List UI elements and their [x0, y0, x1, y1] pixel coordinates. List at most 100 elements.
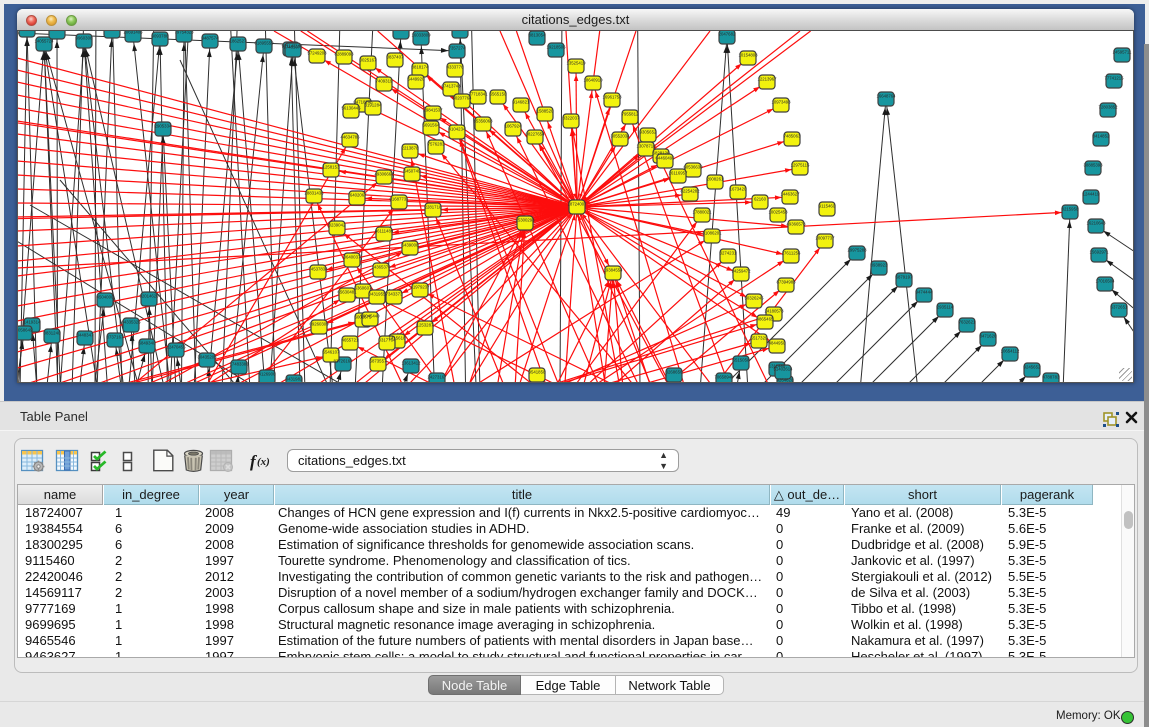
svg-text:0837407: 0837407 — [387, 55, 404, 60]
svg-text:18724007: 18724007 — [567, 202, 587, 207]
svg-text:8215958: 8215958 — [1062, 207, 1079, 212]
svg-text:0431955: 0431955 — [369, 292, 386, 297]
svg-text:25300293: 25300293 — [515, 218, 535, 223]
svg-text:4865465: 4865465 — [757, 317, 774, 322]
svg-text:8322037: 8322037 — [563, 116, 580, 121]
svg-text:19218506: 19218506 — [546, 45, 566, 50]
svg-text:10654112: 10654112 — [1001, 349, 1020, 354]
svg-text:2213878: 2213878 — [402, 146, 419, 151]
svg-text:6372651: 6372651 — [1111, 305, 1128, 310]
svg-text:7576283: 7576283 — [428, 142, 445, 147]
svg-text:15692971: 15692971 — [1089, 250, 1109, 255]
svg-text:18640910: 18640910 — [583, 78, 603, 83]
svg-text:6849340: 6849340 — [139, 341, 156, 346]
svg-text:13613412: 13613412 — [401, 361, 421, 366]
svg-text:12213967: 12213967 — [757, 77, 777, 82]
svg-text:9960308: 9960308 — [76, 36, 93, 41]
svg-text:9541858: 9541858 — [529, 370, 546, 375]
svg-text:20097737: 20097737 — [815, 236, 835, 241]
svg-text:17880021: 17880021 — [692, 210, 712, 215]
svg-text:07413748: 07413748 — [441, 84, 461, 89]
svg-text:4655721: 4655721 — [342, 338, 359, 343]
svg-text:7343373: 7343373 — [386, 292, 403, 297]
svg-text:7632621: 7632621 — [959, 320, 976, 325]
svg-text:01895559: 01895559 — [254, 41, 274, 46]
svg-text:6360607: 6360607 — [355, 286, 372, 291]
svg-text:6879197: 6879197 — [896, 275, 913, 280]
svg-text:16648764: 16648764 — [876, 94, 896, 99]
svg-text:1258153: 1258153 — [323, 165, 340, 170]
svg-text:8818174: 8818174 — [412, 65, 429, 70]
svg-text:9474444: 9474444 — [916, 290, 933, 295]
svg-text:6450749: 6450749 — [404, 169, 421, 174]
svg-text:2905334: 2905334 — [155, 124, 172, 129]
svg-text:64460495: 64460495 — [655, 156, 675, 161]
svg-text:83726167: 83726167 — [333, 359, 353, 364]
svg-text:1673420: 1673420 — [730, 187, 747, 192]
svg-text:7058649: 7058649 — [17, 328, 33, 333]
svg-text:44634786: 44634786 — [340, 135, 360, 140]
svg-text:60536630: 60536630 — [683, 165, 703, 170]
svg-text:16033809: 16033809 — [411, 33, 431, 38]
svg-text:4333776: 4333776 — [447, 65, 464, 70]
svg-text:16961758: 16961758 — [602, 95, 622, 100]
svg-text:62160: 62160 — [754, 197, 767, 202]
svg-text:9487574: 9487574 — [202, 36, 219, 41]
svg-text:49306668: 49306668 — [374, 172, 394, 177]
svg-text:20691406: 20691406 — [123, 31, 143, 35]
svg-text:26116957: 26116957 — [669, 171, 688, 176]
svg-text:3191284: 3191284 — [365, 103, 382, 108]
svg-text:14365370: 14365370 — [371, 265, 391, 270]
svg-text:82889093: 82889093 — [334, 52, 354, 57]
svg-text:14055724: 14055724 — [34, 39, 54, 44]
svg-text:9115460: 9115460 — [819, 204, 836, 209]
svg-text:13078716: 13078716 — [636, 144, 656, 149]
svg-text:10973493: 10973493 — [771, 100, 791, 105]
svg-text:7409319: 7409319 — [376, 79, 393, 84]
svg-text:50326245: 50326245 — [744, 296, 764, 301]
svg-text:8813054: 8813054 — [529, 33, 546, 38]
svg-text:10025458: 10025458 — [768, 210, 788, 215]
svg-text:1253287: 1253287 — [417, 323, 434, 328]
svg-text:56130445: 56130445 — [341, 106, 361, 111]
svg-text:30435205: 30435205 — [197, 355, 217, 360]
svg-text:14463627: 14463627 — [780, 192, 800, 197]
svg-text:(x): (x) — [257, 456, 270, 468]
svg-text:87394983: 87394983 — [776, 280, 796, 285]
svg-text:94259472: 94259472 — [731, 269, 751, 274]
svg-text:30552034: 30552034 — [610, 134, 630, 139]
svg-text:76402067: 76402067 — [347, 193, 367, 198]
svg-text:7485063: 7485063 — [784, 134, 801, 139]
svg-text:24273167: 24273167 — [427, 375, 447, 380]
svg-text:01687731: 01687731 — [389, 197, 409, 202]
svg-text:81086201: 81086201 — [702, 231, 722, 236]
svg-text:2935114: 2935114 — [937, 305, 954, 310]
svg-text:5515058: 5515058 — [733, 358, 750, 363]
svg-text:4504000: 4504000 — [97, 295, 114, 300]
svg-text:2008261: 2008261 — [707, 177, 724, 182]
svg-text:60207764: 60207764 — [452, 96, 472, 101]
svg-text:3268656: 3268656 — [666, 370, 683, 375]
svg-text:97465075: 97465075 — [283, 45, 303, 50]
svg-text:6691564: 6691564 — [423, 123, 440, 128]
svg-text:7955812: 7955812 — [622, 112, 639, 117]
svg-text:74537838: 74537838 — [308, 267, 328, 272]
svg-text:1588520: 1588520 — [537, 109, 554, 114]
svg-text:22470455: 22470455 — [166, 345, 186, 350]
svg-text:1244419: 1244419 — [1083, 192, 1100, 197]
svg-text:57249208: 57249208 — [307, 51, 327, 56]
svg-text:8938923: 8938923 — [871, 263, 888, 268]
svg-text:6565150: 6565150 — [490, 92, 507, 97]
svg-text:5517329: 5517329 — [751, 336, 768, 341]
svg-text:77741215: 77741215 — [1104, 76, 1124, 81]
svg-text:19384554: 19384554 — [603, 268, 623, 273]
svg-text:4126906: 4126906 — [259, 372, 276, 377]
svg-text:5449920: 5449920 — [408, 77, 425, 82]
svg-text:0640037: 0640037 — [344, 255, 361, 260]
svg-text:1862527: 1862527 — [230, 39, 247, 44]
svg-text:59045440: 59045440 — [360, 314, 380, 319]
svg-text:9093786: 9093786 — [152, 34, 169, 39]
svg-text:27611256: 27611256 — [782, 251, 801, 256]
svg-text:29975288: 29975288 — [847, 248, 867, 253]
svg-text:4264628: 4264628 — [777, 378, 794, 383]
